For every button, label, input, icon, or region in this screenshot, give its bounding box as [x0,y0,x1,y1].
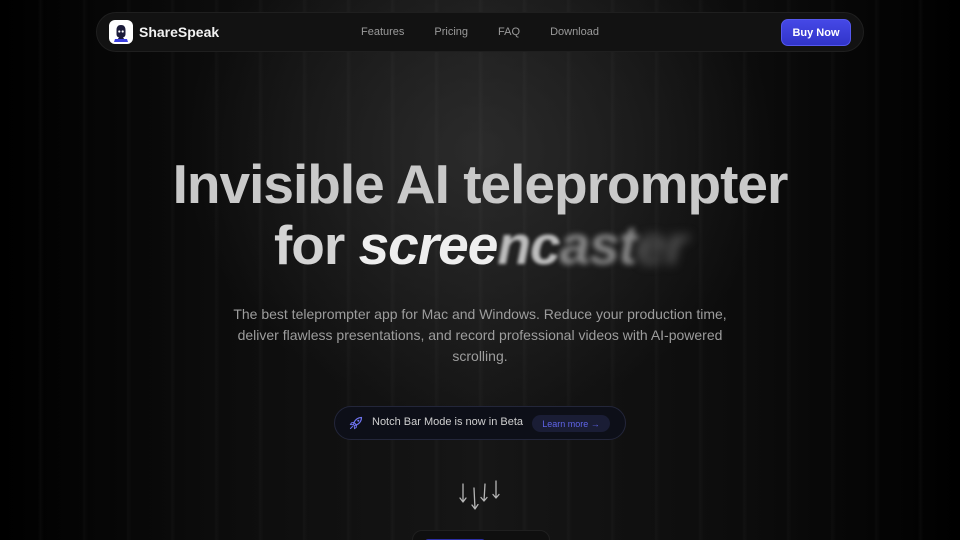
animated-word: screencaster [358,213,687,277]
announcement-pill[interactable]: Notch Bar Mode is now in Beta Learn more… [334,406,626,440]
scroll-arrows-icon [459,480,500,510]
rocket-icon [349,416,363,430]
hero-headline-line1: Invisible AI teleprompter [172,153,789,215]
hero-subtitle: The best teleprompter app for Mac and Wi… [233,306,727,364]
navbar: ShareSpeak Features Pricing FAQ Download… [96,12,864,52]
below-fold-preview [412,530,550,540]
brand-name: ShareSpeak [139,24,220,40]
brand-logo-icon [109,20,133,44]
hero-headline-line2: for screencaster [0,213,960,277]
brand[interactable]: ShareSpeak [109,20,219,44]
buy-now-button[interactable]: Buy Now [781,19,851,46]
announcement-text: Notch Bar Mode is now in Beta [372,416,524,428]
animated-word-clear: scree [358,214,499,276]
animated-word-blur1: nc [497,214,560,276]
nav-link-faq[interactable]: FAQ [498,26,520,38]
nav-link-download[interactable]: Download [550,26,599,38]
learn-more-link[interactable]: Learn more → [532,415,610,432]
animated-word-blur3: er [636,214,687,276]
landing-page: ShareSpeak Features Pricing FAQ Download… [0,0,960,540]
animated-word-blur2: ast [559,214,637,276]
nav-link-pricing[interactable]: Pricing [434,26,468,38]
nav-link-features[interactable]: Features [361,26,404,38]
headline-word-for: for [273,214,345,276]
